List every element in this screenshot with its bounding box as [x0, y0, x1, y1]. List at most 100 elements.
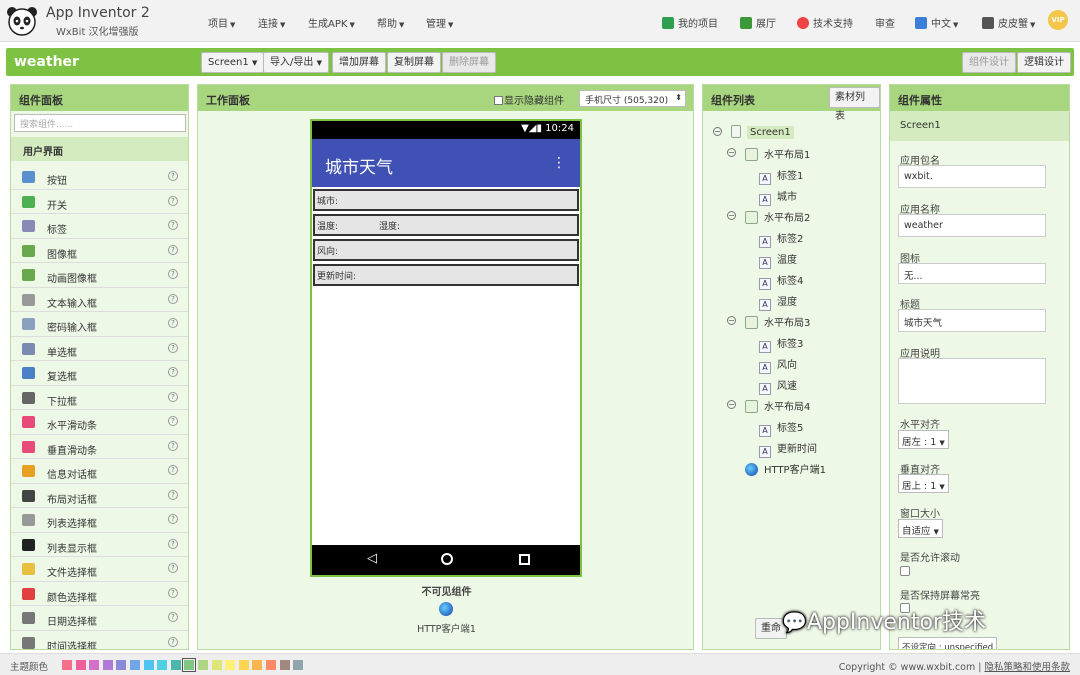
collapse-toggle-icon[interactable]: − — [727, 400, 736, 409]
size-select[interactable]: 自适应 ▼ — [898, 519, 943, 538]
user-menu[interactable]: 皮皮蟹 ▼ — [982, 15, 1035, 30]
theme-swatch[interactable] — [225, 660, 236, 670]
tree-node-layout[interactable]: 水平布局4 — [745, 398, 810, 413]
palette-item[interactable]: 下拉框? — [11, 386, 188, 410]
title-field[interactable]: 城市天气 — [898, 309, 1046, 332]
tree-node-label[interactable]: A 更新时间 — [759, 440, 817, 458]
help-icon[interactable]: ? — [168, 244, 178, 255]
blocks-button[interactable]: 逻辑设计 — [1017, 52, 1071, 73]
tree-node-label[interactable]: A 风速 — [759, 377, 797, 395]
support-link[interactable]: 技术支持 — [797, 15, 853, 30]
tree-node-label[interactable]: A 风向 — [759, 356, 797, 374]
theme-swatch[interactable] — [102, 660, 113, 670]
theme-swatch[interactable] — [170, 660, 181, 670]
help-icon[interactable]: ? — [168, 514, 178, 524]
gallery-link[interactable]: 展厅 — [740, 15, 776, 30]
appname-field[interactable]: weather — [898, 214, 1046, 237]
package-field[interactable]: wxbit. — [898, 165, 1046, 188]
theme-swatch[interactable] — [293, 660, 304, 670]
designer-button[interactable]: 组件设计 — [962, 52, 1016, 73]
help-icon[interactable]: ? — [168, 636, 178, 647]
tree-node-layout[interactable]: 水平布局3 — [745, 314, 810, 329]
help-icon[interactable]: ? — [168, 171, 178, 181]
tree-node-label[interactable]: A 标签2 — [759, 230, 803, 248]
menu-admin[interactable]: 管理 ▼ — [426, 15, 453, 30]
layout-row-update[interactable]: 更新时间: — [313, 264, 579, 286]
menu-build[interactable]: 生成APK ▼ — [308, 15, 355, 30]
phone-size-select[interactable]: 手机尺寸 (505,320) ⬍ — [579, 90, 686, 107]
help-icon[interactable]: ? — [168, 195, 178, 206]
palette-item[interactable]: 图像框? — [11, 239, 188, 263]
layout-row-city[interactable]: 城市: — [313, 189, 579, 211]
theme-swatch[interactable] — [198, 660, 208, 670]
help-icon[interactable]: ? — [168, 440, 178, 451]
my-projects-link[interactable]: 我的项目 — [662, 15, 718, 30]
copy-screen-button[interactable]: 复制屏幕 — [387, 52, 441, 73]
tree-node-web[interactable]: HTTP客户端1 — [745, 461, 826, 476]
theme-swatch[interactable] — [182, 658, 197, 672]
menu-project[interactable]: 项目 ▼ — [208, 15, 235, 30]
screen-select[interactable]: Screen1 ▼ — [201, 52, 265, 73]
theme-swatch[interactable] — [130, 660, 140, 670]
about-textarea[interactable] — [898, 358, 1046, 404]
palette-item[interactable]: 文件选择框? — [11, 557, 188, 582]
tree-node-screen[interactable]: Screen1 — [731, 125, 794, 139]
palette-item[interactable]: 复选框? — [11, 361, 188, 386]
help-icon[interactable]: ? — [168, 269, 178, 279]
collapse-toggle-icon[interactable]: − — [727, 211, 736, 220]
palette-item[interactable]: 标签? — [11, 214, 188, 239]
palette-category-user-interface[interactable]: 用户界面 — [11, 137, 188, 161]
import-export-button[interactable]: 导入/导出 ▼ — [263, 52, 329, 73]
menu-connect[interactable]: 连接 ▼ — [258, 15, 285, 30]
theme-swatch[interactable] — [266, 660, 276, 670]
palette-item[interactable]: 开关? — [11, 190, 188, 214]
help-icon[interactable]: ? — [168, 293, 178, 304]
show-hidden-checkbox[interactable] — [494, 96, 503, 105]
media-list-button[interactable]: 素材列表 — [829, 87, 880, 122]
tree-node-label[interactable]: A 标签5 — [759, 419, 803, 437]
help-icon[interactable]: ? — [168, 465, 178, 475]
tree-node-layout[interactable]: 水平布局1 — [745, 146, 810, 161]
palette-item[interactable]: 颜色选择框? — [11, 582, 188, 606]
theme-swatch[interactable] — [143, 660, 154, 670]
palette-item[interactable]: 密码输入框? — [11, 312, 188, 337]
palette-item[interactable]: 时间选择框? — [11, 631, 188, 649]
tree-node-label[interactable]: A 标签4 — [759, 272, 803, 290]
orientation-select[interactable]: 不设定向 : unspecified — [898, 637, 998, 649]
valign-select[interactable]: 居上 : 1 ▼ — [898, 474, 949, 493]
vip-badge-icon[interactable]: VIP — [1048, 10, 1068, 30]
palette-item[interactable]: 列表显示框? — [11, 533, 188, 557]
theme-swatch[interactable] — [157, 660, 168, 670]
review-link[interactable]: 审查 — [875, 15, 895, 30]
tree-node-label[interactable]: A 温度 — [759, 251, 797, 269]
palette-item[interactable]: 布局对话框? — [11, 484, 188, 508]
theme-swatch[interactable] — [62, 660, 72, 670]
tree-node-label[interactable]: A 湿度 — [759, 293, 797, 311]
help-icon[interactable]: ? — [168, 391, 178, 402]
menu-help[interactable]: 帮助 ▼ — [377, 15, 404, 30]
privacy-link[interactable]: 隐私策略和使用条款 — [984, 662, 1070, 673]
collapse-toggle-icon[interactable]: − — [727, 148, 736, 157]
show-hidden-toggle[interactable]: 显示隐藏组件 — [494, 92, 564, 107]
search-input[interactable]: 搜索组件...... — [14, 114, 186, 132]
help-icon[interactable]: ? — [168, 367, 178, 377]
tree-node-layout[interactable]: 水平布局2 — [745, 209, 810, 224]
web-component-icon[interactable] — [439, 602, 453, 616]
delete-screen-button[interactable]: 删除屏幕 — [442, 52, 496, 73]
theme-swatch[interactable] — [279, 660, 290, 670]
help-icon[interactable]: ? — [168, 318, 178, 328]
theme-swatch[interactable] — [252, 660, 263, 670]
language-menu[interactable]: 中文 ▼ — [915, 15, 958, 30]
help-icon[interactable]: ? — [168, 220, 178, 230]
tree-node-label[interactable]: A 标签1 — [759, 167, 803, 185]
tree-node-label[interactable]: A 城市 — [759, 188, 797, 206]
layout-row-temp[interactable]: 温度: 湿度: — [313, 214, 579, 236]
tree-node-label[interactable]: A 标签3 — [759, 335, 803, 353]
theme-swatch[interactable] — [211, 660, 222, 670]
palette-item[interactable]: 水平滑动条? — [11, 410, 188, 435]
help-icon[interactable]: ? — [168, 563, 178, 573]
scroll-checkbox[interactable] — [900, 566, 910, 576]
help-icon[interactable]: ? — [168, 538, 178, 549]
add-screen-button[interactable]: 增加屏幕 — [332, 52, 386, 73]
theme-swatch[interactable] — [238, 660, 249, 670]
